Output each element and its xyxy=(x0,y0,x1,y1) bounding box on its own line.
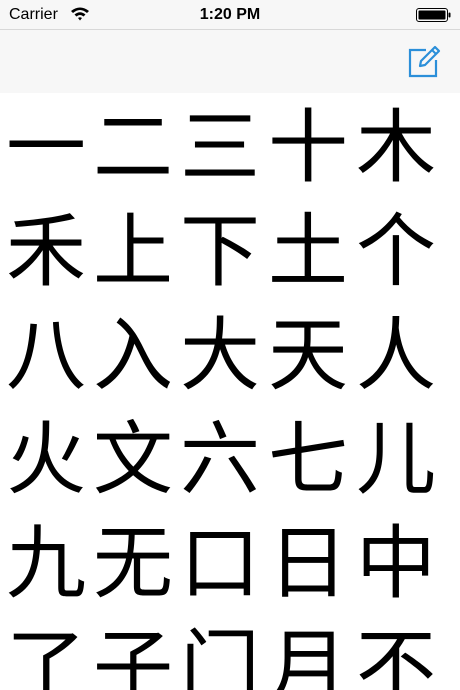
character-row: 了子门月不 xyxy=(0,616,460,690)
compose-icon xyxy=(408,45,441,78)
character-cell[interactable]: 个 xyxy=(352,200,440,304)
character-cell[interactable]: 上 xyxy=(89,200,177,304)
character-cell[interactable]: 口 xyxy=(176,512,264,616)
character-cell[interactable]: 无 xyxy=(89,512,177,616)
character-cell[interactable]: 六 xyxy=(176,408,264,512)
character-row: 一二三十木 xyxy=(0,96,460,200)
character-cell[interactable]: 木 xyxy=(352,96,440,200)
character-cell[interactable]: 文 xyxy=(89,408,177,512)
compose-button[interactable] xyxy=(406,44,442,80)
character-row: 火文六七儿 xyxy=(0,408,460,512)
character-cell[interactable]: 下 xyxy=(176,200,264,304)
character-cell[interactable]: 了 xyxy=(2,616,90,690)
character-cell[interactable]: 大 xyxy=(176,304,264,408)
battery-icon xyxy=(416,8,451,22)
character-cell[interactable]: 九 xyxy=(2,512,90,616)
character-cell[interactable]: 八 xyxy=(2,304,90,408)
character-cell[interactable]: 十 xyxy=(264,96,352,200)
character-cell[interactable]: 门 xyxy=(176,616,264,690)
status-bar: Carrier 1:20 PM xyxy=(0,0,460,29)
character-cell[interactable]: 一 xyxy=(2,96,90,200)
character-cell[interactable]: 天 xyxy=(264,304,352,408)
character-cell[interactable]: 七 xyxy=(264,408,352,512)
character-grid: 一二三十木禾上下土个八入大天人火文六七儿九无口日中了子门月不 xyxy=(0,92,460,690)
character-cell[interactable]: 二 xyxy=(89,96,177,200)
character-cell[interactable]: 不 xyxy=(352,616,440,690)
character-cell[interactable]: 入 xyxy=(89,304,177,408)
character-row: 八入大天人 xyxy=(0,304,460,408)
character-cell[interactable]: 儿 xyxy=(352,408,440,512)
character-cell[interactable]: 日 xyxy=(264,512,352,616)
character-cell[interactable]: 月 xyxy=(264,616,352,690)
character-cell[interactable]: 禾 xyxy=(2,200,90,304)
character-cell[interactable]: 中 xyxy=(352,512,440,616)
character-row: 禾上下土个 xyxy=(0,200,460,304)
character-cell[interactable]: 子 xyxy=(89,616,177,690)
navigation-bar xyxy=(0,29,460,93)
character-cell[interactable]: 火 xyxy=(2,408,90,512)
status-time: 1:20 PM xyxy=(199,6,261,23)
character-cell[interactable]: 三 xyxy=(176,96,264,200)
character-row: 九无口日中 xyxy=(0,512,460,616)
character-cell[interactable]: 土 xyxy=(264,200,352,304)
character-cell[interactable]: 人 xyxy=(352,304,440,408)
